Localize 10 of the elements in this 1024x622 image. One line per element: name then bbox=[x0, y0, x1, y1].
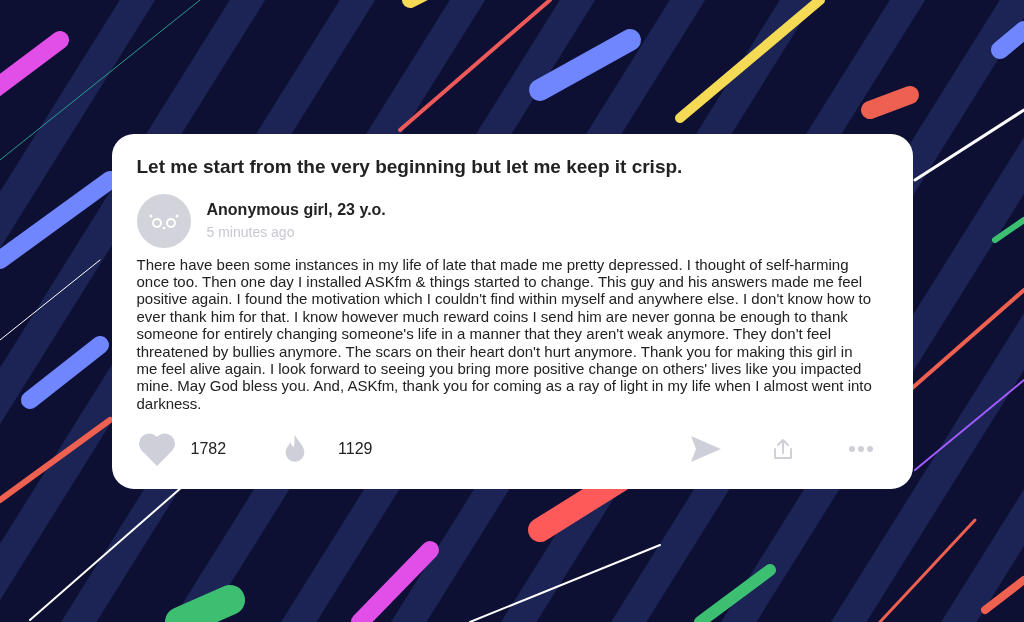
send-icon[interactable] bbox=[689, 435, 722, 464]
author-name: Anonymous girl, 23 y.o. bbox=[206, 201, 386, 219]
more-icon[interactable] bbox=[847, 445, 874, 454]
heart-icon[interactable] bbox=[136, 432, 177, 467]
question-text: Let me start from the very beginning but let me keep it crisp. bbox=[136, 154, 684, 179]
avatar-icon bbox=[136, 193, 191, 248]
share-icon[interactable] bbox=[771, 437, 794, 462]
answer-text: There have been some instances in my life of late that made me pretty depressed. I thought of self-harming once too. Then one day I installed ASKfm & things started to change. This guy and his answers made me feel positive again. I found the motivation which I couldn't find within myself and anywhere else. I don't know how to ever thank him for that. I know however much reward coins I send him are never gonna be enough to thank someone for entirely changing someone's life in a manner that they aren't weak anymore. They don't feel threatened by bullies anymore. The scars on their heart don't hurt anymore. Thank you for making this girl in me feel alive again. I look forward to seeing you bring more positive change on others' lives like you impacted mine. May God bless you. And, ASKfm, thank you for coming as a ray of light in my life when I almost went into darkness. bbox=[136, 255, 873, 413]
fire-count: 1129 bbox=[338, 440, 373, 459]
like-count: 1782 bbox=[190, 440, 227, 459]
